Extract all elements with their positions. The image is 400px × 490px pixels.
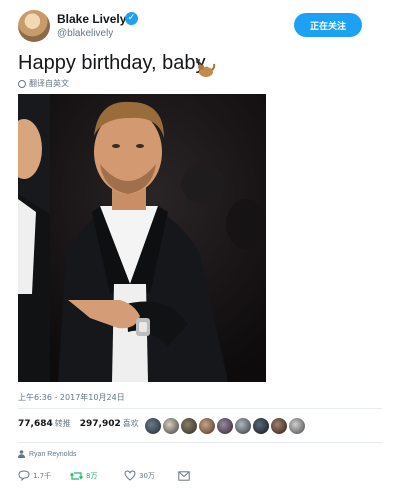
retweet-button[interactable]: 8万 bbox=[70, 471, 124, 481]
author-avatar[interactable] bbox=[18, 10, 50, 42]
reply-context[interactable]: Ryan Reynolds bbox=[18, 450, 76, 458]
globe-icon bbox=[18, 79, 26, 88]
liker-avatar[interactable] bbox=[199, 418, 215, 434]
liker-avatar[interactable] bbox=[145, 418, 161, 434]
engagement-stats: 77,684 转推 297,902 喜欢 bbox=[18, 418, 148, 429]
divider bbox=[18, 442, 382, 443]
author-display-name[interactable]: Blake Lively bbox=[57, 12, 126, 26]
envelope-icon bbox=[178, 470, 190, 481]
tweet-text: Happy birthday, baby. bbox=[18, 52, 210, 74]
retweet-count[interactable]: 77,684 bbox=[18, 419, 53, 429]
weasel-emoji-icon bbox=[196, 59, 216, 77]
verified-badge-icon: ✓ bbox=[125, 12, 138, 25]
tweet-photo[interactable] bbox=[18, 94, 266, 382]
translate-label: 翻译自英文 bbox=[29, 79, 69, 88]
direct-message-button[interactable] bbox=[178, 470, 190, 481]
like-button[interactable]: 30万 bbox=[124, 470, 178, 481]
author-handle[interactable]: @blakelively bbox=[57, 28, 113, 39]
person-icon bbox=[18, 450, 25, 458]
liker-avatar[interactable] bbox=[289, 418, 305, 434]
retweet-label[interactable]: 转推 bbox=[55, 418, 71, 429]
liker-avatar[interactable] bbox=[217, 418, 233, 434]
following-button[interactable]: 正在关注 bbox=[294, 13, 362, 37]
like-label[interactable]: 喜欢 bbox=[123, 418, 139, 429]
like-count[interactable]: 297,902 bbox=[80, 419, 121, 429]
liker-avatar[interactable] bbox=[163, 418, 179, 434]
heart-icon bbox=[124, 470, 136, 481]
liker-avatars bbox=[145, 418, 305, 434]
liker-avatar[interactable] bbox=[181, 418, 197, 434]
retweet-action-count: 8万 bbox=[86, 471, 98, 480]
reply-context-name[interactable]: Ryan Reynolds bbox=[29, 451, 76, 458]
liker-avatar[interactable] bbox=[253, 418, 269, 434]
reply-icon bbox=[18, 470, 30, 481]
tweet-timestamp[interactable]: 上午6:36 - 2017年10月24日 bbox=[18, 392, 125, 403]
tweet-actions: 1.7千 8万 30万 bbox=[18, 470, 190, 481]
like-action-count: 30万 bbox=[139, 471, 155, 480]
liker-avatar[interactable] bbox=[271, 418, 287, 434]
reply-button[interactable]: 1.7千 bbox=[18, 470, 70, 481]
liker-avatar[interactable] bbox=[235, 418, 251, 434]
divider bbox=[18, 408, 382, 409]
retweet-icon bbox=[70, 471, 83, 480]
translate-link[interactable]: 翻译自英文 bbox=[18, 78, 69, 89]
reply-count: 1.7千 bbox=[33, 471, 52, 480]
photo-image bbox=[18, 94, 266, 382]
